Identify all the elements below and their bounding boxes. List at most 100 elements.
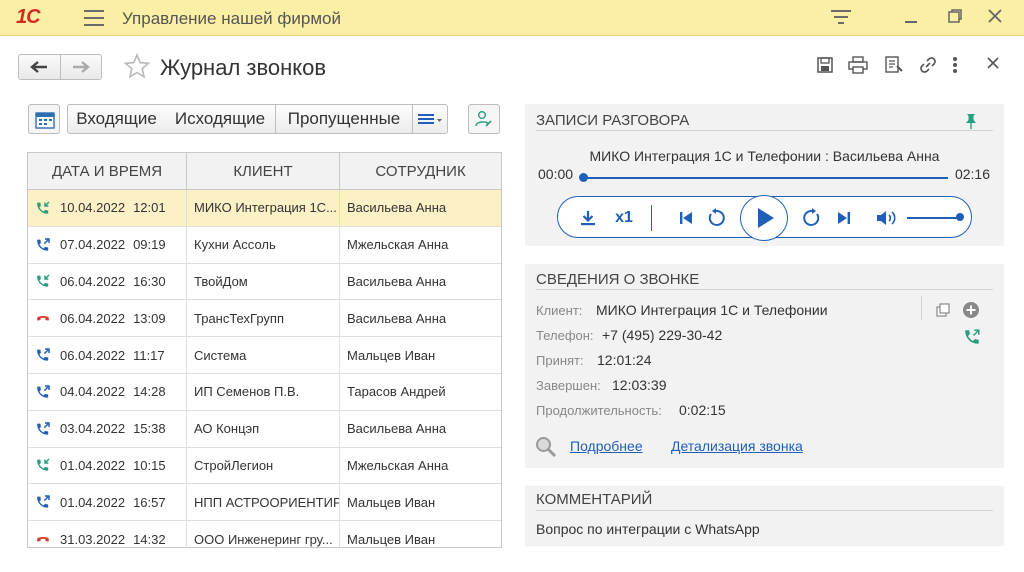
outgoing-call-icon: [34, 494, 52, 510]
call-info-title: СВЕДЕНИЯ О ЗВОНКЕ: [536, 271, 700, 288]
filter-icon[interactable]: [830, 8, 852, 28]
volume-slider-handle[interactable]: [956, 213, 964, 221]
cell-datetime: 10.04.2022 12:01: [28, 190, 187, 226]
call-detail-link[interactable]: Детализация звонка: [671, 438, 803, 454]
missed-call-icon: [34, 310, 52, 326]
cell-employee: Мжельская Анна: [347, 457, 449, 473]
filter-outgoing-button[interactable]: Исходящие: [165, 104, 276, 134]
table-row[interactable]: 01.04.2022 10:15 СтройЛегион Мжельская Анна: [28, 447, 501, 485]
time-start: 00:00: [538, 166, 574, 182]
skip-next-icon[interactable]: [834, 197, 854, 239]
phone-value: +7 (495) 229-30-42: [602, 327, 723, 343]
print-icon[interactable]: [848, 56, 868, 76]
call-info-panel: СВЕДЕНИЯ О ЗВОНКЕ Клиент: МИКО Интеграци…: [525, 264, 1004, 468]
app-title: Управление нашей фирмой: [122, 9, 341, 28]
cell-client: ТвойДом: [187, 263, 340, 300]
cell-client: ООО Инженеринг гру...: [187, 521, 340, 547]
outgoing-call-icon: [34, 421, 52, 437]
divider: [921, 296, 922, 320]
call-time: 13:09: [133, 310, 166, 326]
outgoing-call-icon: [34, 384, 52, 400]
accepted-value: 12:01:24: [597, 352, 652, 368]
more-icon[interactable]: [945, 56, 965, 76]
copy-icon[interactable]: [936, 303, 950, 320]
call-date: 10.04.2022: [60, 200, 126, 216]
page-title: Журнал звонков: [160, 55, 327, 80]
calls-table: ДАТА И ВРЕМЯ КЛИЕНТ СОТРУДНИК 10.04.2022…: [27, 152, 502, 548]
table-row[interactable]: 07.04.2022 09:19 Кухни Ассоль Мжельская Анн…: [28, 226, 501, 264]
pin-icon[interactable]: [964, 113, 978, 129]
table-row[interactable]: 10.04.2022 12:01 МИКО Интеграция 1С... Васи…: [28, 190, 501, 227]
favorite-star-icon[interactable]: [123, 52, 151, 86]
cell-employee: Мжельская Анна: [347, 237, 449, 253]
rewind-icon[interactable]: [705, 197, 727, 239]
back-button[interactable]: [19, 55, 60, 79]
table-row[interactable]: 06.04.2022 16:30 ТвойДом Васильева Анна: [28, 263, 501, 301]
filter-incoming-button[interactable]: Входящие: [67, 104, 166, 134]
cell-client: Кухни Ассоль: [187, 226, 340, 263]
play-button[interactable]: [740, 195, 788, 241]
cell-employee: Васильева Анна: [347, 421, 447, 437]
volume-icon[interactable]: [875, 197, 901, 239]
table-row[interactable]: 01.04.2022 16:57 НПП АСТРООРИЕНТИР Мальцев …: [28, 484, 501, 522]
column-header-datetime[interactable]: ДАТА И ВРЕМЯ: [28, 153, 187, 189]
client-value[interactable]: МИКО Интеграция 1С и Телефонии: [596, 302, 828, 318]
link-icon[interactable]: [918, 56, 938, 76]
calendar-button[interactable]: [28, 104, 60, 134]
app-logo: 1С: [16, 6, 41, 28]
call-time: 12:01: [133, 200, 166, 216]
list-menu-button[interactable]: [412, 104, 448, 134]
call-phone-icon[interactable]: [963, 328, 981, 349]
cell-datetime: 06.04.2022 13:09: [28, 300, 187, 337]
player-divider: [651, 197, 652, 239]
add-contact-button[interactable]: [468, 104, 500, 134]
calendar-icon: [35, 112, 55, 129]
table-body: 10.04.2022 12:01 МИКО Интеграция 1С... Васи…: [28, 190, 501, 547]
playback-progress-track[interactable]: [582, 177, 948, 179]
table-row[interactable]: 06.04.2022 11:17 Система Мальцев Иван: [28, 337, 501, 374]
skip-previous-icon[interactable]: [676, 197, 696, 239]
audio-player: x1: [557, 195, 972, 241]
download-icon[interactable]: [576, 197, 600, 239]
cell-client: АО Концэп: [187, 410, 340, 447]
cell-client: МИКО Интеграция 1С...: [187, 190, 340, 226]
divider: [536, 289, 993, 290]
cell-client: НПП АСТРООРИЕНТИР: [187, 484, 340, 521]
forward-button[interactable]: [59, 55, 102, 79]
filter-missed-button[interactable]: Пропущенные: [276, 104, 413, 134]
table-header: ДАТА И ВРЕМЯ КЛИЕНТ СОТРУДНИК: [28, 153, 501, 190]
add-circle-icon[interactable]: [962, 301, 980, 322]
table-row[interactable]: 31.03.2022 14:32 ООО Инженеринг гру... Маль…: [28, 521, 501, 547]
cell-client: Система: [187, 337, 340, 373]
cell-employee: Васильева Анна: [347, 310, 447, 326]
user-edit-icon: [475, 111, 492, 127]
report-icon[interactable]: [884, 56, 904, 76]
table-row[interactable]: 06.04.2022 13:09 ТрансТехГрупп Васильева Ан…: [28, 300, 501, 338]
comment-text[interactable]: Вопрос по интеграции с WhatsApp: [536, 521, 760, 537]
column-header-employee[interactable]: СОТРУДНИК: [340, 153, 501, 189]
hamburger-icon[interactable]: [84, 10, 104, 26]
table-row[interactable]: 03.04.2022 15:38 АО Концэп Васильева Анна: [28, 410, 501, 448]
save-icon[interactable]: [815, 56, 835, 76]
call-time: 16:30: [133, 273, 166, 289]
list-menu-icon: [418, 114, 442, 124]
table-row[interactable]: 04.04.2022 14:28 ИП Семенов П.В. Тарасов Ан…: [28, 373, 501, 411]
close-form-icon[interactable]: [983, 56, 1003, 76]
divider: [536, 510, 993, 511]
forward-icon[interactable]: [801, 197, 823, 239]
column-header-client[interactable]: КЛИЕНТ: [187, 153, 340, 189]
more-details-link[interactable]: Подробнее: [570, 438, 643, 454]
playback-progress-handle[interactable]: [579, 173, 588, 182]
close-window-icon[interactable]: [984, 8, 1006, 28]
speed-button[interactable]: x1: [610, 197, 638, 239]
cell-datetime: 06.04.2022 11:17: [28, 337, 187, 373]
duration-label: Продолжительность:: [536, 403, 662, 418]
minimize-icon[interactable]: [900, 8, 922, 28]
volume-slider-track[interactable]: [907, 217, 960, 219]
restore-icon[interactable]: [944, 8, 966, 28]
outgoing-call-icon: [34, 237, 52, 253]
call-date: 06.04.2022: [60, 310, 126, 326]
client-label: Клиент:: [536, 303, 583, 318]
call-time: 14:32: [133, 531, 166, 547]
missed-call-icon: [34, 531, 52, 547]
